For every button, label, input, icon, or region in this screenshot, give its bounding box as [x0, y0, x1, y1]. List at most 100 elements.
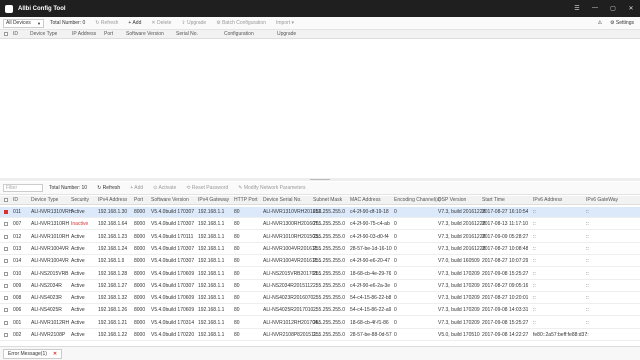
- cell-software-version: V5.4.0build 170314: [151, 319, 195, 326]
- close-button[interactable]: ✕: [622, 5, 640, 12]
- row-checkbox[interactable]: [4, 271, 8, 276]
- modify-network-label: Modify Network Parameters: [243, 185, 306, 191]
- row-checkbox[interactable]: [4, 210, 8, 214]
- error-message-tab[interactable]: Error Message(1) ✕: [3, 348, 63, 359]
- table-row[interactable]: 014 ALI-NVR1004VR Active 192.168.1.9 8000 V5.…: [0, 256, 640, 268]
- cell-http-port: 80: [234, 233, 240, 240]
- upgrade-top-button[interactable]: ⇪ Upgrade: [181, 20, 206, 26]
- minimize-button[interactable]: —: [586, 5, 604, 12]
- cell-mac: c4-2f-90-75-c4-ab: [350, 221, 390, 228]
- cell-id: 010: [13, 270, 22, 277]
- table-row[interactable]: 002 ALI-NVR2108P Active 192.168.1.22 8000 V5.…: [0, 330, 640, 341]
- col-ipv4-gateway[interactable]: IPv4 Gateway: [198, 197, 229, 203]
- cell-ipv6: fe80::2a57:beff:fe88:d37: [533, 332, 588, 338]
- cell-dsp-version: V7.0, build 160509: [438, 258, 480, 265]
- cell-ipv4: 192.168.1.21: [98, 319, 128, 326]
- col-security[interactable]: Security: [71, 197, 89, 203]
- table-row[interactable]: 012 ALI-NVR1010RH Active 192.168.1.23 8000 V5…: [0, 232, 640, 243]
- col-mac-address[interactable]: MAC Address: [350, 197, 381, 203]
- maximize-button[interactable]: ▢: [604, 5, 622, 12]
- close-icon[interactable]: ✕: [53, 351, 57, 357]
- table-row[interactable]: 011 ALI-NVR1310VRH Active 192.168.1.30 8000 V…: [0, 207, 640, 218]
- col-port[interactable]: Port: [104, 31, 113, 37]
- menu-icon[interactable]: ☰: [568, 5, 586, 12]
- col-serial-no[interactable]: Serial No.: [176, 31, 198, 37]
- cell-software-version: V5.4.0build 170609: [151, 307, 195, 314]
- batch-config-top-button[interactable]: ⚙ Batch Configuration: [216, 20, 266, 26]
- row-checkbox[interactable]: [4, 333, 8, 337]
- cell-start-time: 2017-09-08 15:25:27: [482, 319, 529, 326]
- filter-input[interactable]: Filter: [3, 184, 43, 192]
- table-row[interactable]: 009 ALI-NS2034R Active 192.168.1.27 8000 V5.4…: [0, 281, 640, 292]
- col-encoding-channels[interactable]: Encoding Channel(s): [394, 197, 441, 203]
- row-checkbox[interactable]: [4, 222, 8, 227]
- select-all-top-checkbox[interactable]: [4, 32, 8, 36]
- col-id[interactable]: ID: [13, 197, 18, 203]
- cell-ipv4: 192.168.1.22: [98, 332, 128, 338]
- col-upgrade[interactable]: Upgrade: [277, 31, 296, 37]
- cell-dsp-version: V7.3, build 170209: [438, 295, 480, 302]
- cell-port: 8000: [134, 221, 146, 228]
- table-row[interactable]: 010 ALI-NS2015VRB Active 192.168.1.28 8000 V5…: [0, 269, 640, 280]
- import-top-label: Import: [275, 20, 291, 26]
- col-id[interactable]: ID: [13, 31, 18, 37]
- cell-security: Active: [71, 233, 85, 240]
- col-ipv4-address[interactable]: IPv4 Address: [98, 197, 127, 203]
- row-checkbox[interactable]: [4, 259, 8, 264]
- pane-splitter[interactable]: [0, 178, 640, 181]
- col-device-type[interactable]: Device Type: [30, 31, 57, 37]
- col-ipv6-gateway[interactable]: IPv6 GateWay: [586, 197, 618, 203]
- col-port[interactable]: Port: [134, 197, 143, 203]
- row-checkbox[interactable]: [4, 296, 8, 301]
- refresh-bottom-button[interactable]: ↻ Refresh: [97, 185, 120, 191]
- select-all-bottom-checkbox[interactable]: [4, 198, 8, 202]
- add-top-button[interactable]: + Add: [128, 20, 141, 26]
- reset-password-button[interactable]: ⟲ Reset Password: [186, 185, 228, 191]
- row-checkbox[interactable]: [4, 234, 8, 239]
- row-checkbox[interactable]: [4, 246, 8, 251]
- status-bar: Error Message(1) ✕: [0, 346, 640, 360]
- col-dsp-version[interactable]: DSP Version: [438, 197, 466, 203]
- cell-gateway: 192.168.1.1: [198, 258, 225, 265]
- activate-button[interactable]: ⊙ Activate: [153, 185, 176, 191]
- col-software-version[interactable]: Software Version: [151, 197, 189, 203]
- cell-ipv4: 192.168.1.64: [98, 221, 128, 228]
- add-top-label: Add: [132, 20, 142, 26]
- table-row[interactable]: 007 ALI-NVR1310RH Inactive 192.168.1.64 8000…: [0, 219, 640, 231]
- table-row[interactable]: 008 ALI-NS4023R Active 192.168.1.32 8000 V5.4…: [0, 293, 640, 305]
- refresh-top-button[interactable]: ↻ Refresh: [95, 20, 118, 26]
- cell-http-port: 80: [234, 282, 240, 289]
- modify-network-button[interactable]: ✎ Modify Network Parameters: [238, 185, 305, 191]
- col-http-port[interactable]: HTTP Port: [234, 197, 258, 203]
- cell-ipv4: 192.168.1.32: [98, 295, 128, 302]
- add-bottom-button[interactable]: + Add: [130, 185, 143, 191]
- col-ipv6-address[interactable]: IPv6 Address: [533, 197, 562, 203]
- cell-dsp-version: V7.3, build 20161228: [438, 245, 486, 252]
- col-configuration[interactable]: Configuration: [224, 31, 254, 37]
- cell-subnet-mask: 255.255.255.0: [313, 221, 345, 228]
- alert-icon[interactable]: ⚠: [598, 20, 602, 26]
- table-row[interactable]: 006 ALI-NS4025R Active 192.168.1.26 8000 V5.4…: [0, 305, 640, 317]
- upgrade-top-label: Upgrade: [187, 20, 207, 26]
- col-software-version[interactable]: Software Version: [126, 31, 164, 37]
- device-filter-select[interactable]: All Devices ▼: [3, 18, 44, 28]
- col-subnet-mask[interactable]: Subnet Mask: [313, 197, 342, 203]
- col-device-serial[interactable]: Device Serial No.: [263, 197, 302, 203]
- cell-dsp-version: V7.3, build 20161228: [438, 233, 486, 240]
- col-start-time[interactable]: Start Time: [482, 197, 505, 203]
- row-checkbox[interactable]: [4, 283, 8, 288]
- col-device-type[interactable]: Device Type: [31, 197, 58, 203]
- cell-device-type: ALI-NVR1310RH: [31, 221, 70, 228]
- cell-id: 002: [13, 332, 22, 338]
- cell-http-port: 80: [234, 209, 240, 215]
- import-top-button[interactable]: Import ▾: [276, 20, 294, 26]
- bottom-total-count: Total Number: 10: [49, 185, 88, 191]
- settings-button[interactable]: ⚙ Settings: [610, 20, 634, 26]
- table-row[interactable]: 013 ALI-NVR1004VR Active 192.168.1.24 8000 V5…: [0, 244, 640, 255]
- row-checkbox[interactable]: [4, 308, 8, 313]
- row-checkbox[interactable]: [4, 320, 8, 325]
- table-row[interactable]: 001 ALI-NVR1012RH Active 192.168.1.21 8000 V5…: [0, 318, 640, 329]
- cell-encoding: 0: [394, 319, 397, 326]
- col-ip-address[interactable]: IP Address: [72, 31, 96, 37]
- delete-top-button[interactable]: ✕ Delete: [151, 20, 171, 26]
